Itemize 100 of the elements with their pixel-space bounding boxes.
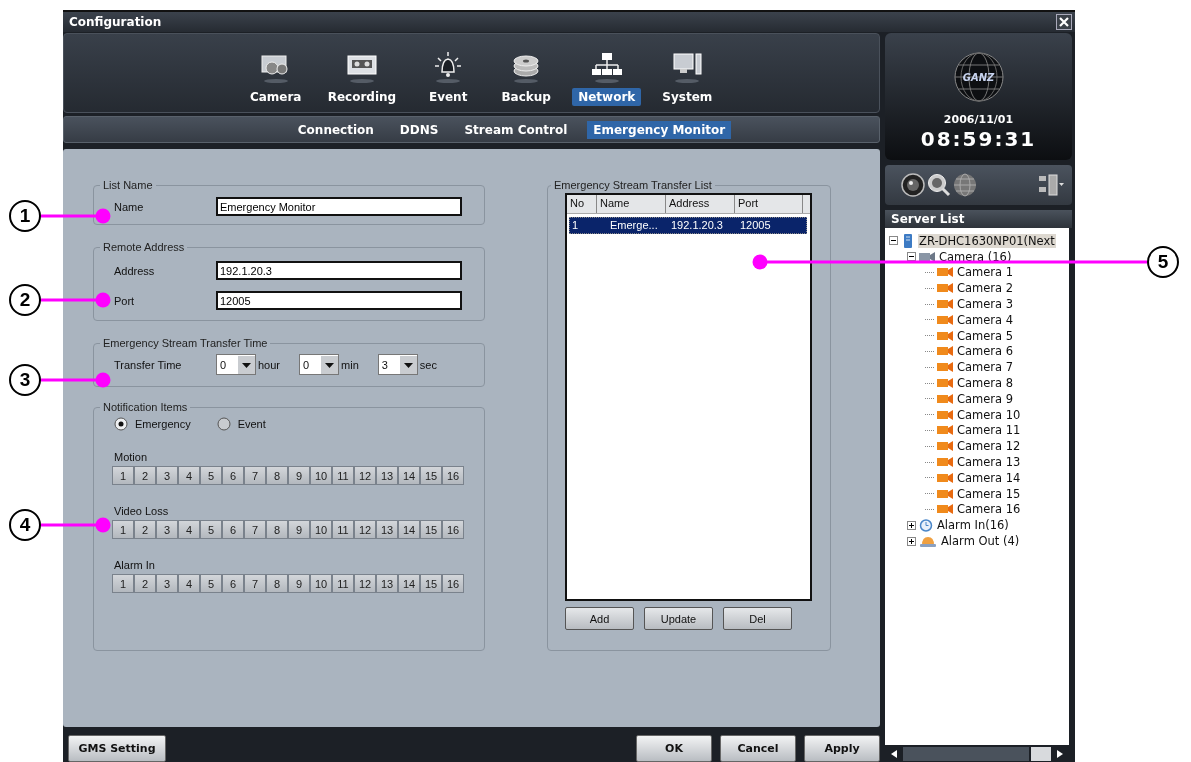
channel-toggle-button[interactable]: 1	[112, 466, 134, 485]
menu-tab[interactable]: Camera	[243, 88, 308, 106]
spin-field[interactable]: 0	[299, 354, 340, 375]
tree-item[interactable]: Camera 13	[956, 455, 1022, 470]
channel-toggle-button[interactable]: 5	[200, 466, 222, 485]
channel-toggle-button[interactable]: 11	[332, 466, 354, 485]
channel-toggle-button[interactable]: 12	[354, 520, 376, 539]
channel-toggle-button[interactable]: 13	[376, 520, 398, 539]
channel-toggle-button[interactable]: 10	[310, 466, 332, 485]
tree-item[interactable]: Camera 10	[956, 407, 1022, 422]
tree-item[interactable]: Camera 6	[956, 344, 1015, 359]
channel-toggle-button[interactable]: 4	[178, 520, 200, 539]
tree-item[interactable]: Camera 15	[956, 486, 1022, 501]
tree-item[interactable]: ZR-DHC1630NP01(Next	[918, 233, 1056, 248]
tree-item[interactable]: Camera 9	[956, 391, 1015, 406]
plus-box-icon[interactable]	[907, 536, 916, 546]
tree-item[interactable]: Camera 2	[956, 281, 1015, 296]
plus-box-icon[interactable]	[907, 520, 916, 530]
channel-toggle-button[interactable]: 15	[420, 574, 442, 593]
globe-icon[interactable]	[953, 173, 977, 197]
channel-toggle-button[interactable]: 8	[266, 574, 288, 593]
menu-tab[interactable]: System	[656, 88, 719, 106]
column-header[interactable]: No	[567, 195, 597, 213]
tree-item[interactable]: Camera 7	[956, 360, 1015, 375]
channel-toggle-button[interactable]: 6	[222, 466, 244, 485]
channel-toggle-button[interactable]: 4	[178, 574, 200, 593]
name-input[interactable]: Emergency Monitor	[216, 197, 462, 216]
channel-toggle-button[interactable]: 9	[288, 520, 310, 539]
server-dropdown-icon[interactable]	[1038, 174, 1064, 196]
minus-box-icon[interactable]	[907, 252, 916, 262]
menu-tab[interactable]: Recording	[321, 88, 403, 106]
channel-toggle-button[interactable]: 11	[332, 574, 354, 593]
channel-toggle-button[interactable]: 8	[266, 520, 288, 539]
channel-toggle-button[interactable]: 1	[112, 520, 134, 539]
channel-toggle-button[interactable]: 12	[354, 574, 376, 593]
channel-toggle-button[interactable]: 15	[420, 466, 442, 485]
channel-toggle-button[interactable]: 2	[134, 574, 156, 593]
tree-item[interactable]: Camera (16)	[938, 249, 1013, 264]
list-row[interactable]: 1 Emerge... 192.1.20.3 12005	[569, 217, 807, 234]
list-action-button[interactable]: Update	[644, 607, 713, 630]
channel-toggle-button[interactable]: 7	[244, 520, 266, 539]
channel-toggle-button[interactable]: 13	[376, 466, 398, 485]
channel-toggle-button[interactable]: 3	[156, 520, 178, 539]
radio-button[interactable]	[216, 417, 231, 431]
channel-toggle-button[interactable]: 2	[134, 466, 156, 485]
channel-toggle-button[interactable]: 11	[332, 520, 354, 539]
tree-item[interactable]: Camera 1	[956, 265, 1015, 280]
channel-toggle-button[interactable]: 14	[398, 574, 420, 593]
tree-item[interactable]: Camera 11	[956, 423, 1022, 438]
channel-toggle-button[interactable]: 8	[266, 466, 288, 485]
sub-tab[interactable]: DDNS	[393, 120, 445, 139]
channel-toggle-button[interactable]: 9	[288, 466, 310, 485]
channel-toggle-button[interactable]: 14	[398, 520, 420, 539]
search-icon[interactable]	[927, 173, 951, 197]
dialog-button[interactable]: Apply	[804, 735, 880, 762]
menu-tab[interactable]: Backup	[495, 88, 557, 106]
channel-toggle-button[interactable]: 12	[354, 466, 376, 485]
channel-toggle-button[interactable]: 6	[222, 520, 244, 539]
tree-item[interactable]: Camera 16	[956, 502, 1022, 517]
tree-item[interactable]: Alarm In(16)	[936, 518, 1010, 533]
channel-toggle-button[interactable]: 3	[156, 574, 178, 593]
channel-toggle-button[interactable]: 2	[134, 520, 156, 539]
dialog-button[interactable]: OK	[636, 735, 712, 762]
channel-toggle-button[interactable]: 4	[178, 466, 200, 485]
port-input[interactable]: 12005	[216, 291, 462, 310]
list-action-button[interactable]: Del	[723, 607, 792, 630]
column-header[interactable]: Port	[735, 195, 803, 213]
tree-item[interactable]: Camera 4	[956, 312, 1015, 327]
channel-toggle-button[interactable]: 10	[310, 520, 332, 539]
sub-tab[interactable]: Emergency Monitor	[587, 120, 732, 139]
channel-toggle-button[interactable]: 16	[442, 466, 464, 485]
column-header[interactable]: Name	[597, 195, 666, 213]
tree-item[interactable]: Camera 12	[956, 439, 1022, 454]
tree-item[interactable]: Camera 3	[956, 297, 1015, 312]
column-header[interactable]: Address	[666, 195, 735, 213]
channel-toggle-button[interactable]: 5	[200, 574, 222, 593]
menu-tab[interactable]: Event	[422, 88, 474, 106]
radio-button[interactable]	[114, 417, 128, 431]
channel-toggle-button[interactable]: 7	[244, 466, 266, 485]
tree-item[interactable]: Camera 8	[956, 376, 1015, 391]
channel-toggle-button[interactable]: 16	[442, 520, 464, 539]
spin-field[interactable]: 3	[377, 354, 418, 375]
close-icon[interactable]	[1056, 14, 1072, 30]
address-input[interactable]: 192.1.20.3	[216, 261, 462, 280]
channel-toggle-button[interactable]: 10	[310, 574, 332, 593]
channel-toggle-button[interactable]: 1	[112, 574, 134, 593]
sub-tab[interactable]: Connection	[291, 120, 380, 139]
minus-box-icon[interactable]	[889, 236, 898, 246]
channel-toggle-button[interactable]: 5	[200, 520, 222, 539]
channel-toggle-button[interactable]: 16	[442, 574, 464, 593]
tree-item[interactable]: Alarm Out (4)	[940, 534, 1021, 549]
channel-toggle-button[interactable]: 3	[156, 466, 178, 485]
spin-field[interactable]: 0	[216, 354, 256, 375]
channel-toggle-button[interactable]: 6	[222, 574, 244, 593]
dialog-button[interactable]: Cancel	[720, 735, 796, 762]
menu-tab[interactable]: Network	[572, 88, 642, 106]
channel-toggle-button[interactable]: 14	[398, 466, 420, 485]
sub-tab[interactable]: Stream Control	[458, 120, 574, 139]
gms-setting-button[interactable]: GMS Setting	[68, 735, 166, 762]
channel-toggle-button[interactable]: 7	[244, 574, 266, 593]
